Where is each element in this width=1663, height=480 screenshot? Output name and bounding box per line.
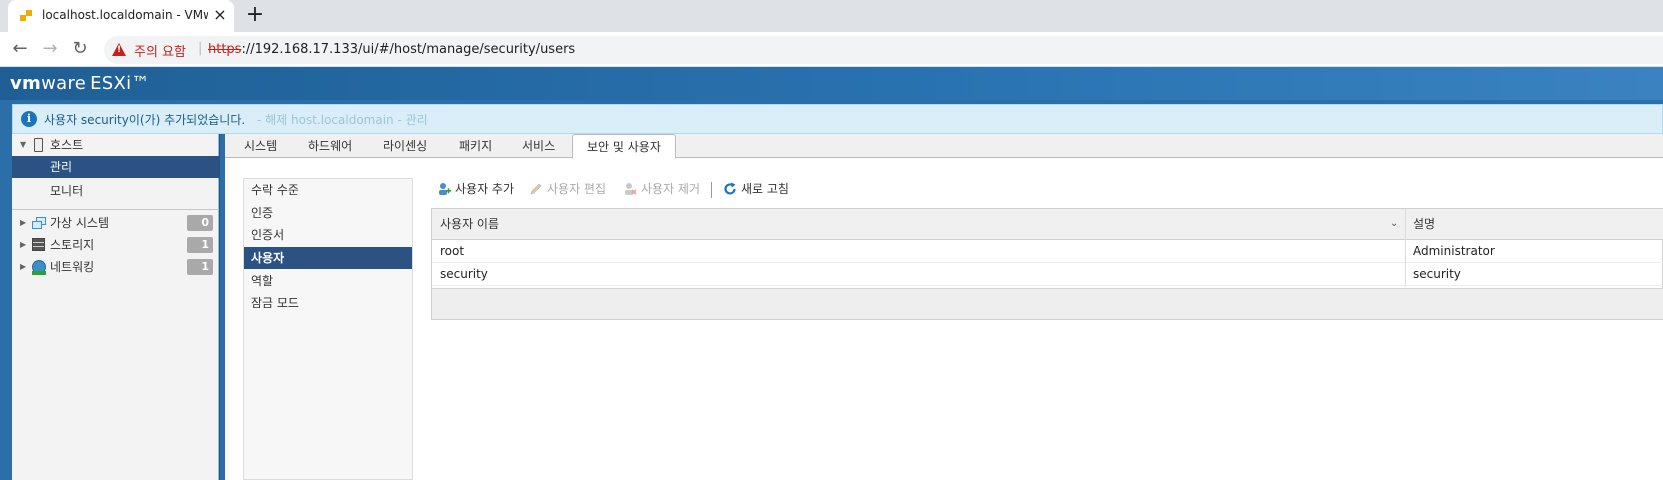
vm-count-badge: 0 — [187, 215, 213, 231]
expand-arrow-icon[interactable]: ▶ — [20, 212, 26, 234]
main-content: 시스템 하드웨어 라이센싱 패키지 서비스 보안 및 사용자 수락 수준 인증 … — [225, 134, 1663, 480]
nav-host-label: 호스트 — [50, 138, 84, 152]
networking-count-badge: 1 — [187, 259, 213, 275]
collapse-arrow-icon[interactable]: ▼ — [20, 134, 26, 156]
grid-footer — [432, 288, 1663, 319]
table-row[interactable]: root Administrator — [432, 240, 1663, 263]
notification-banner: i 사용자 security이(가) 추가되었습니다. - 해제 host.lo… — [12, 104, 1663, 134]
refresh-label: 새로 고침 — [741, 182, 789, 196]
logo-ware: ware — [41, 73, 87, 94]
subnav-acceptance-level[interactable]: 수락 수준 — [244, 179, 412, 201]
nav-networking[interactable]: ▶ 네트워킹 1 — [12, 256, 219, 278]
remove-user-label: 사용자 제거 — [641, 182, 701, 196]
close-tab-icon[interactable]: × — [212, 6, 228, 24]
remove-user-icon — [625, 183, 637, 195]
expand-arrow-icon[interactable]: ▶ — [20, 234, 26, 256]
vm-icon — [32, 217, 46, 229]
notification-dismiss-text[interactable]: - 해제 host.localdomain - 관리 — [257, 111, 428, 128]
subnav-authentication[interactable]: 인증 — [244, 202, 412, 224]
security-subnav: 수락 수준 인증 인증서 사용자 역할 잠금 모드 — [243, 178, 413, 480]
nav-divider — [12, 209, 219, 210]
vmware-esxi-logo: vmware ESXi™ — [10, 73, 150, 94]
security-warning-label[interactable]: 주의 요함 — [134, 41, 186, 60]
host-icon — [34, 138, 43, 152]
warning-icon — [112, 43, 126, 56]
cell-username: security — [440, 267, 488, 281]
tab-system[interactable]: 시스템 — [244, 134, 277, 158]
subnav-users[interactable]: 사용자 — [244, 247, 412, 269]
logo-product: ESXi™ — [90, 73, 150, 94]
nav-monitor-label: 모니터 — [50, 184, 84, 198]
nav-monitor[interactable]: 모니터 — [12, 180, 219, 202]
storage-count-badge: 1 — [187, 237, 213, 253]
subnav-certificates[interactable]: 인증서 — [244, 224, 412, 246]
pencil-icon — [530, 183, 542, 195]
back-button[interactable]: ← — [10, 39, 30, 59]
manage-tabbar: 시스템 하드웨어 라이센싱 패키지 서비스 보안 및 사용자 — [225, 134, 1663, 159]
column-header-description[interactable]: 설명 — [1405, 209, 1435, 240]
browser-tab-title: localhost.localdomain - VMware — [42, 8, 208, 22]
browser-toolbar: ← → ↻ 주의 요함 | https://192.168.17.133/ui/… — [0, 32, 1663, 67]
column-separator — [1405, 209, 1406, 287]
info-icon: i — [21, 111, 37, 127]
new-tab-button[interactable]: + — [244, 4, 266, 28]
column-header-username[interactable]: 사용자 이름 — [432, 209, 499, 240]
notification-message: 사용자 security이(가) 추가되었습니다. — [44, 113, 246, 127]
cell-description: Administrator — [1413, 244, 1495, 258]
users-grid: 사용자 이름 ⌄ 설명 root Administrator security … — [431, 208, 1663, 320]
grid-header: 사용자 이름 ⌄ 설명 — [432, 209, 1663, 240]
toolbar-separator — [711, 182, 712, 198]
subnav-roles[interactable]: 역할 — [244, 270, 412, 292]
cell-username: root — [440, 244, 465, 258]
logo-vm: vm — [10, 73, 42, 94]
nav-manage-label: 관리 — [50, 160, 73, 174]
url-scheme: https — [208, 42, 242, 57]
url-path: ://192.168.17.133/ui/#/host/manage/secur… — [241, 42, 576, 57]
navigator-panel: ▼ 호스트 관리 모니터 ▶ 가상 시스템 0 ▶ 스토리지 1 ▶ 네트워킹 … — [12, 134, 219, 480]
nav-virtual-machines[interactable]: ▶ 가상 시스템 0 — [12, 212, 219, 234]
nav-manage[interactable]: 관리 — [12, 156, 219, 178]
tab-licensing[interactable]: 라이센싱 — [383, 134, 427, 158]
esxi-header: vmware ESXi™ — [0, 67, 1663, 100]
tab-hardware[interactable]: 하드웨어 — [308, 134, 352, 158]
network-icon — [32, 260, 46, 275]
column-menu-chevron-icon[interactable]: ⌄ — [1390, 218, 1398, 229]
tab-security-users[interactable]: 보안 및 사용자 — [572, 134, 676, 159]
edit-user-label: 사용자 편집 — [547, 182, 607, 196]
address-bar[interactable]: 주의 요함 | https://192.168.17.133/ui/#/host… — [104, 36, 1663, 64]
subnav-lockdown-mode[interactable]: 잠금 모드 — [244, 292, 412, 314]
vmware-favicon-icon — [20, 10, 34, 22]
cell-description: security — [1413, 267, 1461, 281]
browser-tab-strip: localhost.localdomain - VMware × + — [0, 0, 1663, 32]
storage-icon — [32, 238, 45, 251]
reload-button[interactable]: ↻ — [70, 39, 90, 59]
nav-storage[interactable]: ▶ 스토리지 1 — [12, 234, 219, 256]
tab-services[interactable]: 서비스 — [522, 134, 555, 158]
omnibox-separator: | — [198, 41, 203, 56]
expand-arrow-icon[interactable]: ▶ — [20, 256, 26, 278]
refresh-icon — [724, 182, 736, 195]
tab-packages[interactable]: 패키지 — [459, 134, 492, 158]
add-user-label: 사용자 추가 — [455, 182, 515, 196]
nav-vm-label: 가상 시스템 — [50, 216, 110, 230]
forward-button[interactable]: → — [40, 39, 60, 59]
nav-host[interactable]: ▼ 호스트 — [12, 134, 219, 156]
table-row[interactable]: security security — [432, 263, 1663, 286]
browser-tab[interactable]: localhost.localdomain - VMware × — [8, 0, 234, 32]
nav-networking-label: 네트워킹 — [50, 260, 95, 274]
add-user-icon — [439, 183, 451, 195]
nav-storage-label: 스토리지 — [50, 238, 95, 252]
url-text[interactable]: https://192.168.17.133/ui/#/host/manage/… — [208, 42, 575, 57]
